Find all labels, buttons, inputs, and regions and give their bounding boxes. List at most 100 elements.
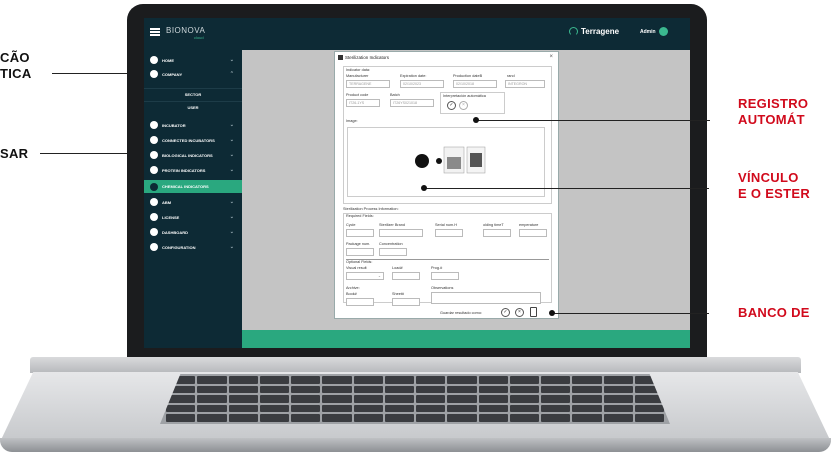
cycle-label: Cycle [346,223,356,227]
sterilization-dialog: Sterilization Indicators × Indicator dat… [334,51,559,319]
stage: CÃO TICA SAR BIONOVA cloud Terragene Adm… [0,0,831,452]
trash-icon[interactable] [530,307,537,317]
check-icon[interactable]: ✓ [447,101,456,110]
product-code-field[interactable]: IT26-1YS [346,99,380,107]
sidebar-item-abm[interactable]: ABM ⌄ [144,196,242,208]
sidebar-item-configuration[interactable]: CONFIGURATION ⌄ [144,241,242,253]
sidebar-item-user[interactable]: USER [144,101,242,112]
leader-dot-right-1 [473,117,479,123]
laptop-front-edge [0,438,831,452]
serial-field[interactable] [435,229,463,237]
save-check-icon[interactable]: ✓ [501,308,510,317]
building-icon [150,70,158,78]
prog-field[interactable] [431,272,459,280]
load-field[interactable] [392,272,420,280]
leader-line-right-3 [552,313,709,314]
chevron-down-icon: ⌄ [229,137,234,143]
callout-right-2-line1: VÍNCULO [738,170,799,185]
dialog-title: Sterilization Indicators [345,55,390,60]
indicator-data-label: Indicator data: [346,68,371,72]
book-label: Book# [346,292,357,296]
callout-right-1-line2: AUTOMÁT [738,112,805,127]
laptop-hinge [30,357,801,373]
dialog-icon [338,55,343,60]
callout-left-1-line1: CÃO [0,50,30,65]
expiration-label: Expiration date: [400,74,427,78]
sterilizer-brand-field[interactable] [379,229,423,237]
production-field[interactable]: 02/10/2018 [453,80,497,88]
prog-label: Prog.# [431,266,443,270]
save-cancel-icon[interactable]: × [515,308,524,317]
license-icon [150,213,158,221]
chevron-down-icon: ⌄ [229,214,234,220]
dashboard-icon [150,228,158,236]
chevron-down-icon: ⌄ [229,199,234,205]
laptop-keyboard [160,374,670,424]
sidebar-item-dashboard[interactable]: DASHBOARD ⌄ [144,226,242,238]
home-icon [150,56,158,64]
gear-icon [150,243,158,251]
cancel-icon[interactable]: × [459,101,468,110]
sidebar-item-company[interactable]: COMPANY ⌃ [144,68,242,80]
observations-label: Observations [431,286,454,290]
sidebar-item-connected-incubators[interactable]: CONNECTED INCUBATORS ⌄ [144,134,242,146]
concentration-label: Concentration [379,242,403,246]
book-field[interactable] [346,298,374,306]
holding-time-field[interactable] [483,229,511,237]
connected-icon [150,136,158,144]
archive-label: Archive: [346,286,360,290]
sidebar-item-incubator[interactable]: INCUBATOR ⌄ [144,119,242,131]
terragene-brand: Terragene [581,27,620,36]
brand-field[interactable]: INTEGRON [505,80,545,88]
temperature-label: emperature [519,223,539,227]
leader-dot-right-3 [549,310,555,316]
sidebar-item-license[interactable]: LICENSE ⌄ [144,211,242,223]
biological-icon [150,151,158,159]
visual-result-select[interactable]: ⌄ [346,272,384,280]
leader-dot-right-2 [421,185,427,191]
sheet-field[interactable] [392,298,420,306]
image-label: Image: [346,119,358,123]
chevron-down-icon: ⌄ [229,152,234,158]
sidebar-item-chemical-indicators[interactable]: CHEMICAL INDICATORS [144,180,242,193]
callout-left-1: CÃO TICA [0,50,32,82]
chevron-down-icon: ⌃ [229,71,234,77]
concentration-field[interactable] [379,248,407,256]
sidebar-item-biological-indicators[interactable]: BIOLOGICAL INDICATORS ⌄ [144,149,242,161]
protein-icon [150,166,158,174]
app-footer-bar [242,330,690,348]
laptop-screen: BIONOVA cloud Terragene Admin HOME ⌄ COMP… [144,18,690,348]
sterilizer-brand-label: Sterilizer Brand [379,223,405,227]
temperature-field[interactable] [519,229,547,237]
cycle-field[interactable] [346,229,374,237]
user-name[interactable]: Admin [640,29,656,35]
holding-time-label: olding timeT [483,223,504,227]
expiration-field[interactable]: 02/10/2023 [400,80,444,88]
sidebar-item-protein-indicators[interactable]: PROTEIN INDICATORS ⌄ [144,164,242,176]
manufacturer-field[interactable]: TERRAGENE [346,80,390,88]
save-result-label: Guardar resultado como: [440,311,482,315]
observations-field[interactable] [431,292,541,304]
batch-label: Batch [390,93,400,97]
close-icon[interactable]: × [549,54,553,60]
callout-left-2: SAR [0,146,29,161]
callout-right-2-line2: E O ESTER [738,186,811,201]
batch-field[interactable]: IT26YS021018 [390,99,434,107]
sidebar-item-sector[interactable]: SECTOR [144,88,242,99]
user-avatar-icon[interactable] [659,27,668,36]
visual-result-label: Visual result [346,266,367,270]
auto-interpretation-label: Interpretación automática [443,94,486,98]
sheet-label: Sheet# [392,292,405,296]
hamburger-menu-icon[interactable] [150,28,160,36]
optional-fields-label: Optional Fields: [346,260,373,264]
product-code-label: Product code [346,93,369,97]
manufacturer-label: Manufacturer [346,74,369,78]
sidebar: HOME ⌄ COMPANY ⌃ SECTOR USER INCUBATOR ⌄ CO… [144,50,242,348]
bionova-logo: BIONOVA [166,26,206,35]
chemical-icon [150,182,158,191]
package-field[interactable] [346,248,374,256]
chevron-down-icon: ⌄ [229,244,234,250]
sidebar-item-home[interactable]: HOME ⌄ [144,54,242,66]
process-info-label: Sterilization Process Information: [343,207,399,211]
callout-right-1: REGISTRO AUTOMÁT [738,96,808,128]
